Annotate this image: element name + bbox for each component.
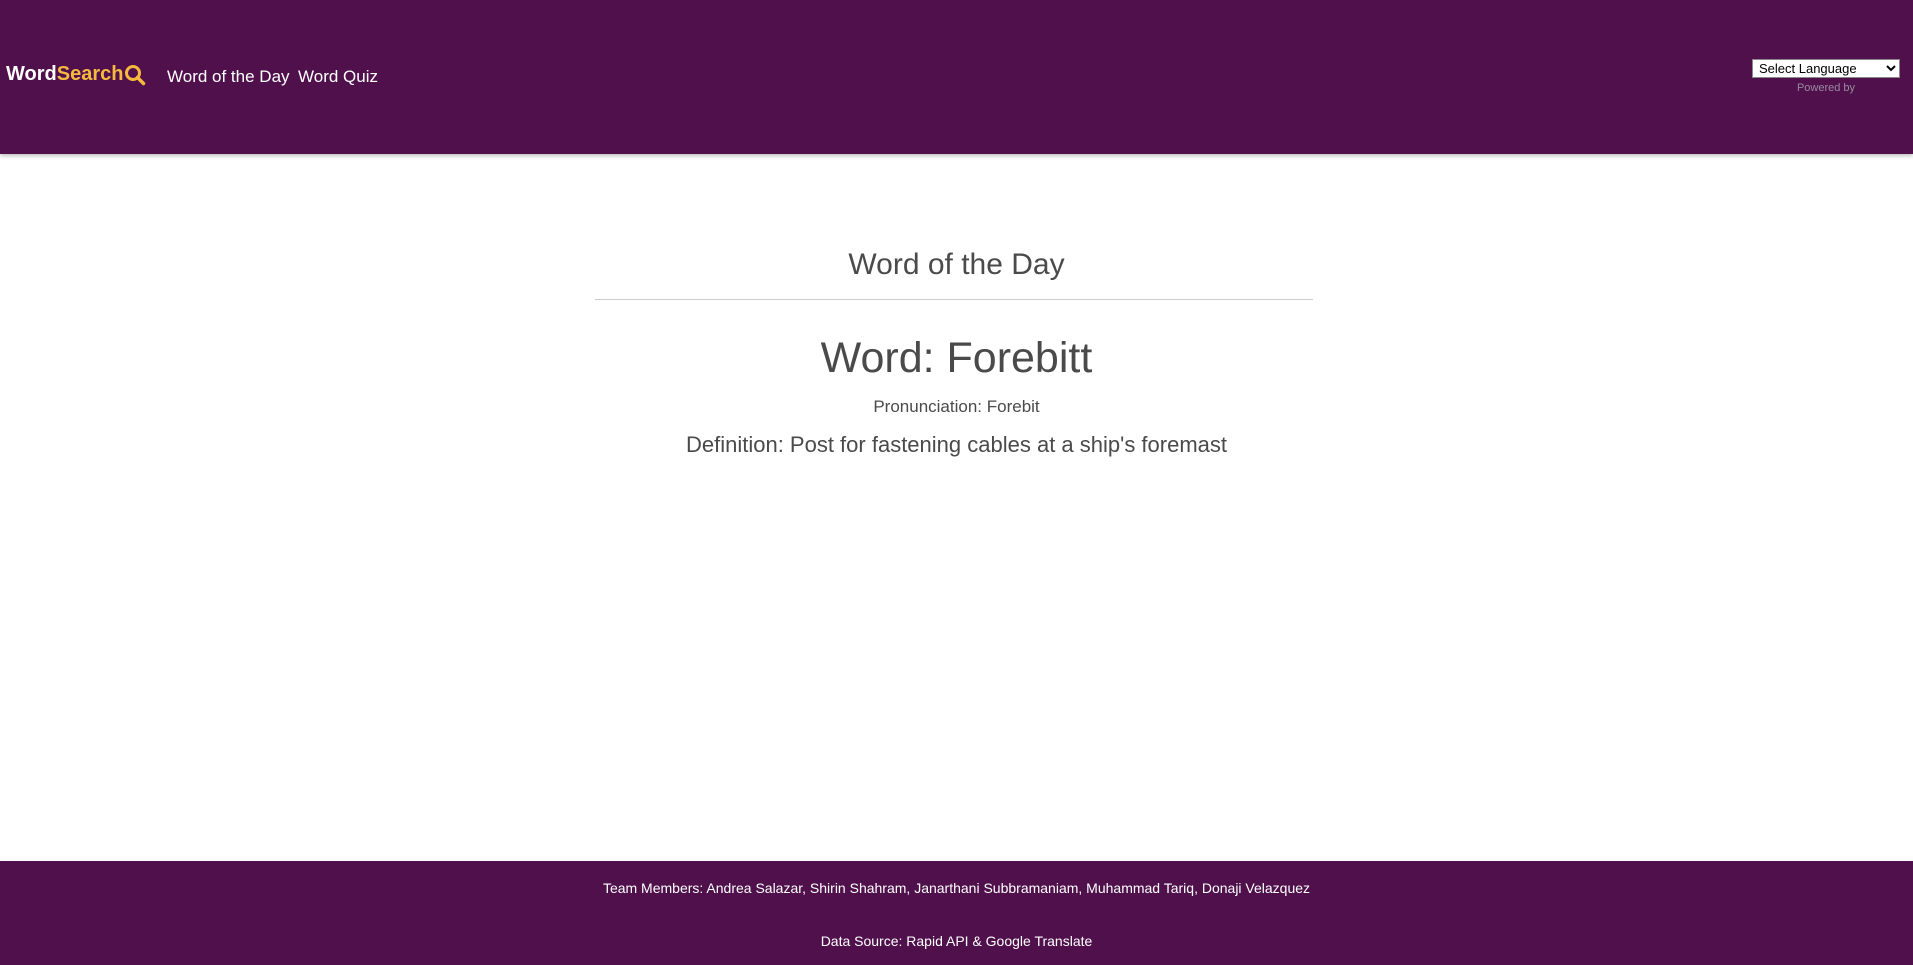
powered-by-label: Powered by (1796, 82, 1856, 94)
nav-word-of-the-day[interactable]: Word of the Day (167, 67, 290, 87)
team-members-text: Team Members: Andrea Salazar, Shirin Sha… (602, 880, 1311, 896)
brand-word: Word (6, 63, 57, 85)
data-source-text: Data Source: Rapid API & Google Translat… (820, 933, 1093, 949)
nav-word-quiz[interactable]: Word Quiz (298, 67, 378, 87)
word-heading: Word: Forebitt (820, 334, 1093, 382)
language-selector: Select Language Powered by (1752, 59, 1900, 94)
language-select[interactable]: Select Language (1752, 59, 1900, 78)
brand-logo-link[interactable]: Word Search (6, 63, 146, 86)
section-divider (595, 299, 1313, 300)
top-navbar: Word Search Word of the Day Word Quiz Sel… (0, 0, 1913, 154)
section-title: Word of the Day (848, 248, 1065, 281)
footer: Team Members: Andrea Salazar, Shirin Sha… (0, 861, 1913, 965)
brand-search: Search (56, 63, 124, 85)
search-icon (124, 64, 146, 86)
pronunciation-text: Pronunciation: Forebit (873, 397, 1040, 416)
definition-text: Definition: Post for fastening cables at… (685, 432, 1228, 457)
